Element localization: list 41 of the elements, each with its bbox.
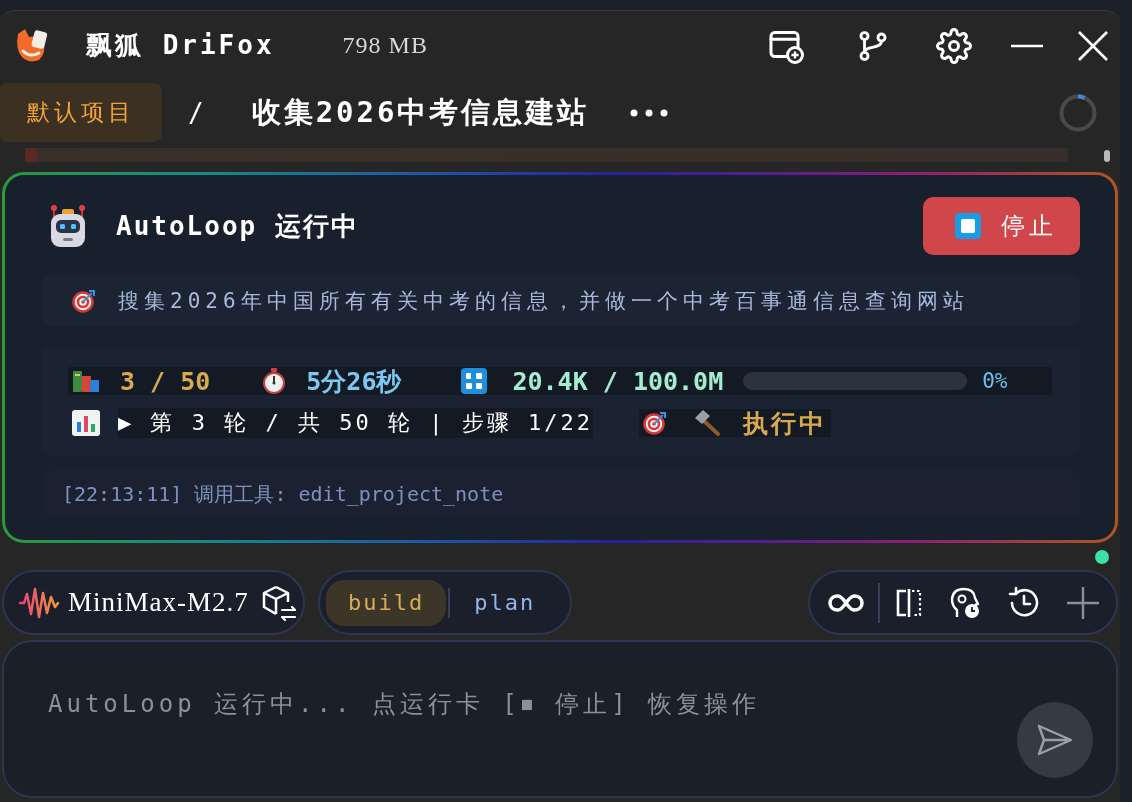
counter-tile-icon [461,368,488,394]
message-input[interactable]: AutoLoop 运行中... 点运行卡 [⏹ 停止] 恢复操作 [2,640,1118,798]
model-name: MiniMax-M2.7 [68,587,249,618]
goal-text: 搜集2026年中国所有有关中考的信息，并做一个中考百事通信息查询网站 [118,287,969,315]
rounds-count: 3 / 50 [120,366,211,396]
waveform-icon [18,585,60,620]
scrollbar-thumb[interactable] [1104,150,1110,162]
mode-tab[interactable]: build [326,579,447,626]
target-icon [72,288,96,313]
token-percent: 0% [982,369,1008,393]
stopwatch-icon [262,368,287,394]
run-status: 执行中 [742,407,827,440]
target-icon [642,411,667,435]
status-dot-icon [1095,550,1109,564]
app-title: 飘狐 DriFox [86,29,275,62]
close-icon[interactable] [1077,29,1109,62]
robot-icon [48,204,88,248]
plus-icon[interactable] [1066,585,1100,620]
minimize-icon[interactable] [1010,43,1044,48]
project-tag[interactable]: 默认项目 [0,83,162,142]
stop-button[interactable]: 停止 [923,197,1080,255]
memory-usage: 798 MB [342,32,428,59]
session-title: 收集2026中考信息建站 [251,93,590,131]
books-icon [72,368,100,394]
model-selector[interactable]: MiniMax-M2.7 [2,570,305,635]
stop-icon [955,213,981,239]
infinity-icon[interactable] [828,592,864,613]
token-count: 20.4K / 100.0M [512,366,724,396]
split-panel-icon[interactable] [894,587,924,618]
send-icon [1036,723,1074,757]
settings-icon[interactable] [936,27,972,64]
loading-spinner-icon [1059,93,1097,132]
breadcrumb-separator: / [188,97,204,128]
elapsed-time: 5分26秒 [306,365,402,398]
progress-text: ▶ 第 3 轮 / 共 50 轮 | 步骤 1/22 [118,408,593,438]
mode-tab[interactable]: plan [452,579,558,626]
cube-swap-icon[interactable] [260,583,298,622]
more-icon[interactable] [629,108,668,117]
bar-chart-icon [72,410,100,436]
card-title: AutoLoop 运行中 [116,209,359,243]
head-clock-icon[interactable] [948,585,982,620]
